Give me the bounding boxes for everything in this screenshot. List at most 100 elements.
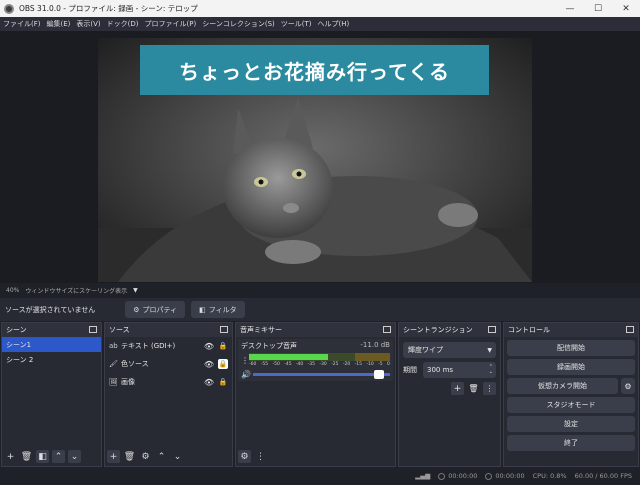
gear-icon[interactable]: ⚙ (621, 378, 635, 394)
transition-select[interactable]: 輝度ワイプ ▼ (403, 342, 496, 358)
eye-icon[interactable]: 👁 (204, 342, 214, 351)
menu-help[interactable]: ヘルプ(H) (318, 19, 350, 29)
chevron-up-icon[interactable]: ⌃ (52, 450, 65, 463)
gear-icon: ⚙ (133, 305, 140, 314)
scale-tick: -20 (342, 362, 351, 367)
scale-tick: -25 (331, 362, 339, 367)
preview-area: ちょっとお花摘み行ってくる (0, 31, 640, 283)
undock-icon[interactable] (220, 326, 228, 333)
no-source-selected: ソースが選択されていません (5, 305, 96, 314)
trash-icon[interactable]: 🗑 (20, 450, 33, 463)
text-source-icon: ab (109, 342, 118, 350)
trash-icon[interactable]: 🗑 (123, 450, 136, 463)
scale-tick: -55 (260, 362, 269, 367)
record-indicator-icon (485, 472, 493, 480)
lock-icon[interactable]: 🔒 (218, 377, 228, 387)
status-bar: ▂▄▆ 00:00:00 00:00:00 CPU: 0.8% 60.00 / … (0, 467, 640, 485)
scale-tick: -50 (272, 362, 280, 367)
menu-profile[interactable]: プロファイル(P) (145, 19, 197, 29)
menu-scene-collection[interactable]: シーンコレクション(S) (202, 19, 275, 29)
meter-fill (249, 354, 328, 360)
kebab-menu-icon[interactable]: ⋮ (483, 382, 496, 395)
duration-value: 300 ms (427, 366, 454, 374)
menu-edit[interactable]: 編集(E) (47, 19, 71, 29)
menu-tools[interactable]: ツール(T) (281, 19, 312, 29)
chevron-up-icon[interactable]: ⌃ (155, 450, 168, 463)
scale-bar: 40% ウィンドウサイズにスケーリング表示 ▼ (0, 283, 640, 297)
close-button[interactable]: ✕ (612, 0, 640, 17)
start-virtual-camera-button[interactable]: 仮想カメラ開始 (507, 378, 618, 394)
gear-icon[interactable]: ⚙ (238, 450, 251, 463)
scaling-mode-label: ウィンドウサイズにスケーリング表示 (25, 287, 128, 295)
eye-icon[interactable]: 👁 (204, 360, 214, 369)
lock-icon[interactable]: 🔒 (218, 359, 228, 369)
stream-time: 00:00:00 (448, 472, 478, 480)
chevron-down-icon[interactable]: ⌄ (68, 450, 81, 463)
scale-tick: -40 (295, 362, 304, 367)
menu-file[interactable]: ファイル(F) (3, 19, 41, 29)
undock-icon[interactable] (626, 326, 634, 333)
source-context-bar: ソースが選択されていません ⚙ プロパティ ◧ フィルタ (0, 298, 640, 321)
undock-icon[interactable] (89, 326, 97, 333)
lock-icon[interactable]: 🔒 (218, 341, 228, 351)
trash-icon[interactable]: 🗑 (467, 382, 480, 395)
rec-time: 00:00:00 (495, 472, 525, 480)
filter-icon[interactable]: ◧ (36, 450, 49, 463)
filter-icon: ◧ (199, 305, 206, 314)
gear-icon[interactable]: ⚙ (139, 450, 152, 463)
filters-label: フィルタ (208, 305, 237, 314)
kebab-menu-icon[interactable]: ⋮ (241, 356, 249, 365)
kebab-menu-icon[interactable]: ⋮ (254, 450, 267, 463)
menu-bar: ファイル(F) 編集(E) 表示(V) ドック(D) プロファイル(P) シーン… (0, 17, 640, 31)
settings-button[interactable]: 設定 (507, 416, 635, 432)
scenes-title: シーン (6, 326, 27, 334)
duration-label: 期間 (403, 366, 417, 374)
speaker-icon[interactable]: 🔊 (241, 370, 253, 379)
exit-button[interactable]: 終了 (507, 435, 635, 451)
sources-title: ソース (109, 326, 130, 334)
scenes-dock: シーン シーン1 シーン 2 + 🗑 ◧ ⌃ ⌄ (1, 322, 102, 467)
transitions-title: シーントランジション (403, 326, 473, 334)
minimize-button[interactable]: — (556, 0, 584, 17)
scale-tick: -5 (378, 362, 383, 367)
brush-icon: 🖌 (109, 360, 118, 368)
undock-icon[interactable] (488, 326, 496, 333)
filters-button[interactable]: ◧ フィルタ (191, 301, 245, 318)
add-icon[interactable]: + (107, 450, 120, 463)
duration-input[interactable]: 300 ms ⌃ ⌄ (423, 362, 496, 378)
properties-button[interactable]: ⚙ プロパティ (125, 301, 186, 318)
add-icon[interactable]: + (451, 382, 464, 395)
controls-title: コントロール (508, 326, 550, 334)
menu-docks[interactable]: ドック(D) (107, 19, 139, 29)
volume-slider-handle[interactable] (373, 370, 384, 379)
scale-tick: -30 (319, 362, 327, 367)
scene-item-label: シーン 2 (6, 355, 34, 364)
eye-icon[interactable]: 👁 (204, 378, 214, 387)
scene-item-1[interactable]: シーン1 (2, 337, 101, 352)
studio-mode-button[interactable]: スタジオモード (507, 397, 635, 413)
stream-indicator-icon (438, 472, 446, 480)
source-item-color[interactable]: 🖌 色ソース 👁 🔒 (105, 355, 232, 373)
maximize-button[interactable]: ☐ (584, 0, 612, 17)
menu-view[interactable]: 表示(V) (76, 19, 100, 29)
fps-readout: 60.00 / 60.00 FPS (574, 472, 632, 480)
scene-item-label: シーン1 (6, 340, 32, 349)
source-item-text[interactable]: ab テキスト (GDI+) 👁 🔒 (105, 337, 232, 355)
source-label: 画像 (121, 378, 135, 386)
scene-item-2[interactable]: シーン 2 (2, 352, 101, 367)
source-label: 色ソース (121, 360, 149, 368)
scaling-dropdown-icon[interactable]: ▼ (133, 287, 138, 294)
undock-icon[interactable] (383, 326, 391, 333)
controls-dock: コントロール 配信開始 録画開始 仮想カメラ開始 ⚙ スタジオモード 設定 終了 (503, 322, 639, 467)
spin-icon[interactable]: ⌃ ⌄ (489, 365, 493, 375)
add-icon[interactable]: + (4, 450, 17, 463)
source-item-image[interactable]: 🖼 画像 👁 🔒 (105, 373, 232, 391)
volume-meter (249, 353, 390, 361)
chevron-down-icon[interactable]: ⌄ (171, 450, 184, 463)
zoom-level: 40% (6, 286, 20, 294)
start-streaming-button[interactable]: 配信開始 (507, 340, 635, 356)
start-recording-button[interactable]: 録画開始 (507, 359, 635, 375)
mixer-title: 音声ミキサー (240, 326, 282, 334)
program-preview[interactable]: ちょっとお花摘み行ってくる (98, 38, 532, 282)
volume-slider[interactable] (253, 370, 390, 379)
